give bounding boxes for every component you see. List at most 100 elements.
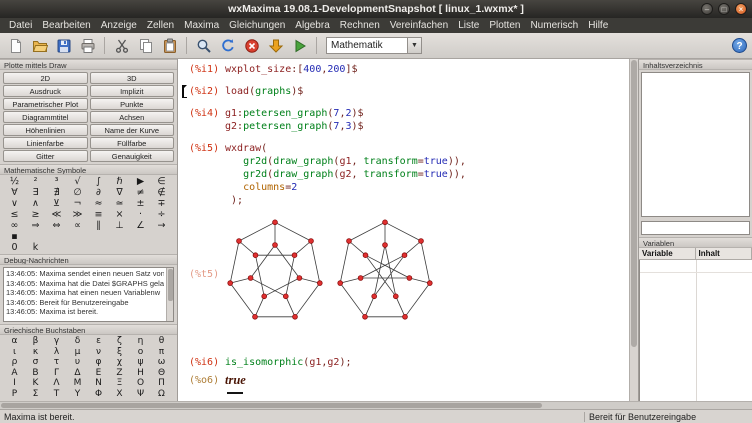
cell-code[interactable]: g1:petersen_graph(7,2)$g2:petersen_graph… <box>225 107 364 133</box>
cell-bracket[interactable] <box>182 63 189 76</box>
greek-letter-button[interactable]: Θ <box>151 368 172 379</box>
symbol-button[interactable]: ≃ <box>109 198 130 209</box>
cell-bracket[interactable] <box>182 216 189 332</box>
greek-letter-button[interactable]: Ω <box>151 389 172 400</box>
menu-vereinfachen[interactable]: Vereinfachen <box>385 20 453 31</box>
symbol-button[interactable]: √ <box>67 176 88 187</box>
help-icon[interactable]: ? <box>732 38 747 53</box>
symbol-button[interactable]: ≪ <box>46 209 67 220</box>
draw-button-h-henlinien[interactable]: Höhenlinien <box>3 124 88 136</box>
greek-letter-button[interactable]: β <box>25 336 46 347</box>
play-animation-icon[interactable] <box>289 35 310 56</box>
cell-bracket[interactable] <box>182 142 189 207</box>
symbol-button[interactable]: ³ <box>46 176 67 187</box>
greek-letter-button[interactable]: μ <box>67 347 88 358</box>
greek-letter-button[interactable]: υ <box>67 357 88 368</box>
cell-code[interactable]: wxplot_size:[400,200]$ <box>225 63 357 76</box>
greek-letter-button[interactable]: π <box>151 347 172 358</box>
symbol-button[interactable]: ⊥ <box>109 220 130 231</box>
symbol-button[interactable]: ± <box>130 198 151 209</box>
greek-letter-button[interactable]: χ <box>109 357 130 368</box>
toc-list[interactable] <box>641 72 750 217</box>
scrollbar-thumb[interactable] <box>631 60 637 347</box>
symbol-button[interactable]: ∨ <box>4 198 25 209</box>
save-icon[interactable] <box>53 35 74 56</box>
graph-plot[interactable] <box>335 216 435 332</box>
cell-bracket[interactable] <box>182 356 189 369</box>
greek-letter-button[interactable]: Α <box>4 368 25 379</box>
greek-letter-button[interactable]: δ <box>67 336 88 347</box>
menu-zellen[interactable]: Zellen <box>142 20 179 31</box>
paste-icon[interactable] <box>159 35 180 56</box>
cell-bracket[interactable] <box>182 85 189 98</box>
symbol-button[interactable]: ⇔ <box>46 220 67 231</box>
symbol-button[interactable]: → <box>151 220 172 231</box>
greek-letter-button[interactable]: α <box>4 336 25 347</box>
greek-letter-button[interactable]: κ <box>25 347 46 358</box>
symbol-button[interactable]: ∂ <box>88 187 109 198</box>
symbol-button[interactable]: × <box>109 209 130 220</box>
symbol-button[interactable]: ⊻ <box>46 198 67 209</box>
menu-numerisch[interactable]: Numerisch <box>525 20 583 31</box>
symbol-button[interactable]: ∉ <box>151 187 172 198</box>
minimize-icon[interactable]: – <box>701 3 713 15</box>
symbol-button[interactable]: ∈ <box>151 176 172 187</box>
greek-letter-button[interactable]: Ε <box>88 368 109 379</box>
symbol-button[interactable]: ∓ <box>151 198 172 209</box>
greek-letter-button[interactable]: η <box>130 336 151 347</box>
draw-button-gitter[interactable]: Gitter <box>3 150 88 162</box>
draw-button-achsen[interactable]: Achsen <box>90 111 175 123</box>
greek-letter-button[interactable]: Π <box>151 378 172 389</box>
symbol-button[interactable]: ∃ <box>25 187 46 198</box>
cell-code[interactable]: load(graphs)$ <box>225 85 303 98</box>
symbol-button[interactable]: ∠ <box>130 220 151 231</box>
symbol-button[interactable]: ∞ <box>4 220 25 231</box>
greek-letter-button[interactable]: Χ <box>109 389 130 400</box>
symbol-button[interactable]: ¬ <box>67 198 88 209</box>
chevron-down-icon[interactable]: ▼ <box>407 38 421 53</box>
debug-scrollbar[interactable] <box>166 268 173 321</box>
greek-letter-button[interactable]: Ι <box>4 378 25 389</box>
symbol-button[interactable]: ≠ <box>130 187 151 198</box>
symbol-button[interactable]: ∄ <box>46 187 67 198</box>
symbol-button[interactable]: ≤ <box>4 209 25 220</box>
code-line[interactable]: is_isomorphic(g1,g2); <box>225 356 351 369</box>
symbol-button[interactable]: ÷ <box>151 209 172 220</box>
greek-letter-button[interactable]: Ρ <box>4 389 25 400</box>
greek-letter-button[interactable]: Β <box>25 368 46 379</box>
titlebar[interactable]: wxMaxima 19.08.1-DevelopmentSnapshot [ l… <box>0 0 752 18</box>
greek-letter-button[interactable]: Ψ <box>130 389 151 400</box>
greek-letter-button[interactable]: Σ <box>25 389 46 400</box>
symbol-button[interactable]: ▪ <box>4 231 25 242</box>
menu-gleichungen[interactable]: Gleichungen <box>224 20 290 31</box>
greek-letter-button[interactable]: λ <box>46 347 67 358</box>
greek-letter-button[interactable]: Γ <box>46 368 67 379</box>
draw-button-2d[interactable]: 2D <box>3 72 88 84</box>
symbol-button[interactable]: ∫ <box>88 176 109 187</box>
greek-letter-button[interactable]: Ο <box>130 378 151 389</box>
cell-code[interactable]: is_isomorphic(g1,g2); <box>225 356 351 369</box>
greek-letter-button[interactable]: Τ <box>46 389 67 400</box>
greek-letter-button[interactable]: τ <box>46 357 67 368</box>
greek-letter-button[interactable]: Δ <box>67 368 88 379</box>
cell-code[interactable]: wxdraw( gr2d(draw_graph(g1, transform=tr… <box>225 142 466 207</box>
symbol-button[interactable]: ⇒ <box>25 220 46 231</box>
symbol-button[interactable]: ▶ <box>130 176 151 187</box>
symbol-button[interactable]: k <box>25 242 46 253</box>
scrollbar-thumb[interactable] <box>1 403 542 408</box>
greek-letter-button[interactable]: ψ <box>130 357 151 368</box>
draw-button-3d[interactable]: 3D <box>90 72 175 84</box>
symbol-button[interactable]: ∧ <box>25 198 46 209</box>
variables-table-body[interactable] <box>639 260 752 401</box>
cut-icon[interactable] <box>111 35 132 56</box>
horizontal-scrollbar[interactable] <box>0 401 752 409</box>
symbol-button[interactable]: ℏ <box>109 176 130 187</box>
worksheet[interactable]: (%i1)wxplot_size:[400,200]$(%i2)load(gra… <box>178 59 639 401</box>
greek-letter-button[interactable]: ξ <box>109 347 130 358</box>
symbol-button[interactable]: ² <box>25 176 46 187</box>
symbol-button[interactable]: ≡ <box>88 209 109 220</box>
greek-letter-button[interactable]: ζ <box>109 336 130 347</box>
greek-letter-button[interactable]: Μ <box>67 378 88 389</box>
greek-letter-button[interactable]: γ <box>46 336 67 347</box>
draw-button-parametrischer-plot[interactable]: Parametrischer Plot <box>3 98 88 110</box>
